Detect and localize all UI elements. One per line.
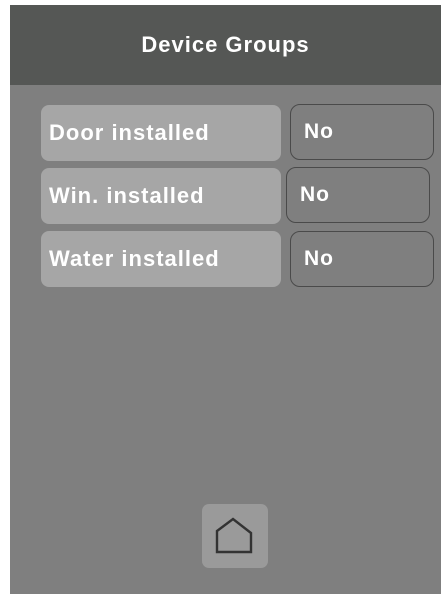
home-icon <box>215 517 253 554</box>
water-installed-label: Water installed <box>49 246 220 271</box>
water-installed-value-button[interactable]: No <box>290 231 434 287</box>
page-title: Device Groups <box>141 32 310 57</box>
header-bar: Device Groups <box>10 5 441 85</box>
row-label-door: Door installed <box>41 105 281 161</box>
door-installed-value: No <box>304 120 334 143</box>
door-installed-value-button[interactable]: No <box>290 104 434 160</box>
window-installed-label: Win. installed <box>49 183 205 208</box>
window-installed-value-button[interactable]: No <box>286 167 430 223</box>
window-installed-value: No <box>300 183 330 206</box>
row-label-window: Win. installed <box>41 168 281 224</box>
home-button[interactable] <box>202 504 268 568</box>
door-installed-label: Door installed <box>49 120 210 145</box>
row-label-water: Water installed <box>41 231 281 287</box>
device-groups-screen: Device Groups Door installed No Win. ins… <box>10 5 441 594</box>
water-installed-value: No <box>304 247 334 270</box>
